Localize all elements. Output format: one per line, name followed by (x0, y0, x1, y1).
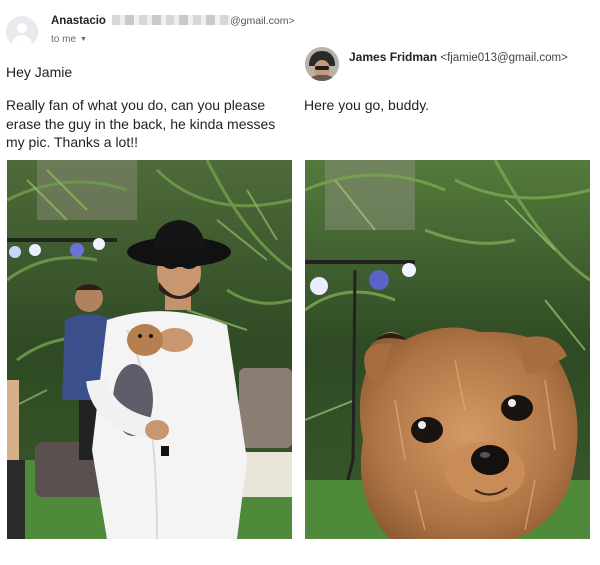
reply-sender-email: <fjamie013@gmail.com> (440, 52, 568, 64)
sender-name[interactable]: Anastacio (51, 15, 106, 27)
edited-photo (305, 160, 590, 539)
email-body: Really fan of what you do, can you pleas… (6, 97, 276, 150)
reply-avatar[interactable] (305, 47, 339, 81)
sender-line: Anastacio @gmail.com> (51, 15, 295, 27)
reply-sender-line: James Fridman <fjamie013@gmail.com> (349, 50, 568, 64)
redacted-email-blur (111, 15, 230, 25)
caret-down-icon[interactable]: ▼ (80, 36, 87, 43)
reply-body: Here you go, buddy. (304, 97, 430, 113)
default-avatar-icon[interactable] (6, 16, 38, 48)
profile-photo (305, 47, 339, 81)
sender-email: @gmail.com> (229, 15, 295, 27)
recipient-label: to me (51, 34, 77, 45)
reply-email: James Fridman <fjamie013@gmail.com> Here… (302, 0, 600, 160)
email-greeting: Hey Jamie (6, 64, 73, 80)
original-email: Anastacio @gmail.com> to me ▼ Hey Jamie Re… (0, 0, 296, 160)
original-photo (7, 160, 292, 539)
reply-sender-name[interactable]: James Fridman (349, 50, 437, 64)
recipient-dropdown[interactable]: to me ▼ (51, 34, 87, 45)
